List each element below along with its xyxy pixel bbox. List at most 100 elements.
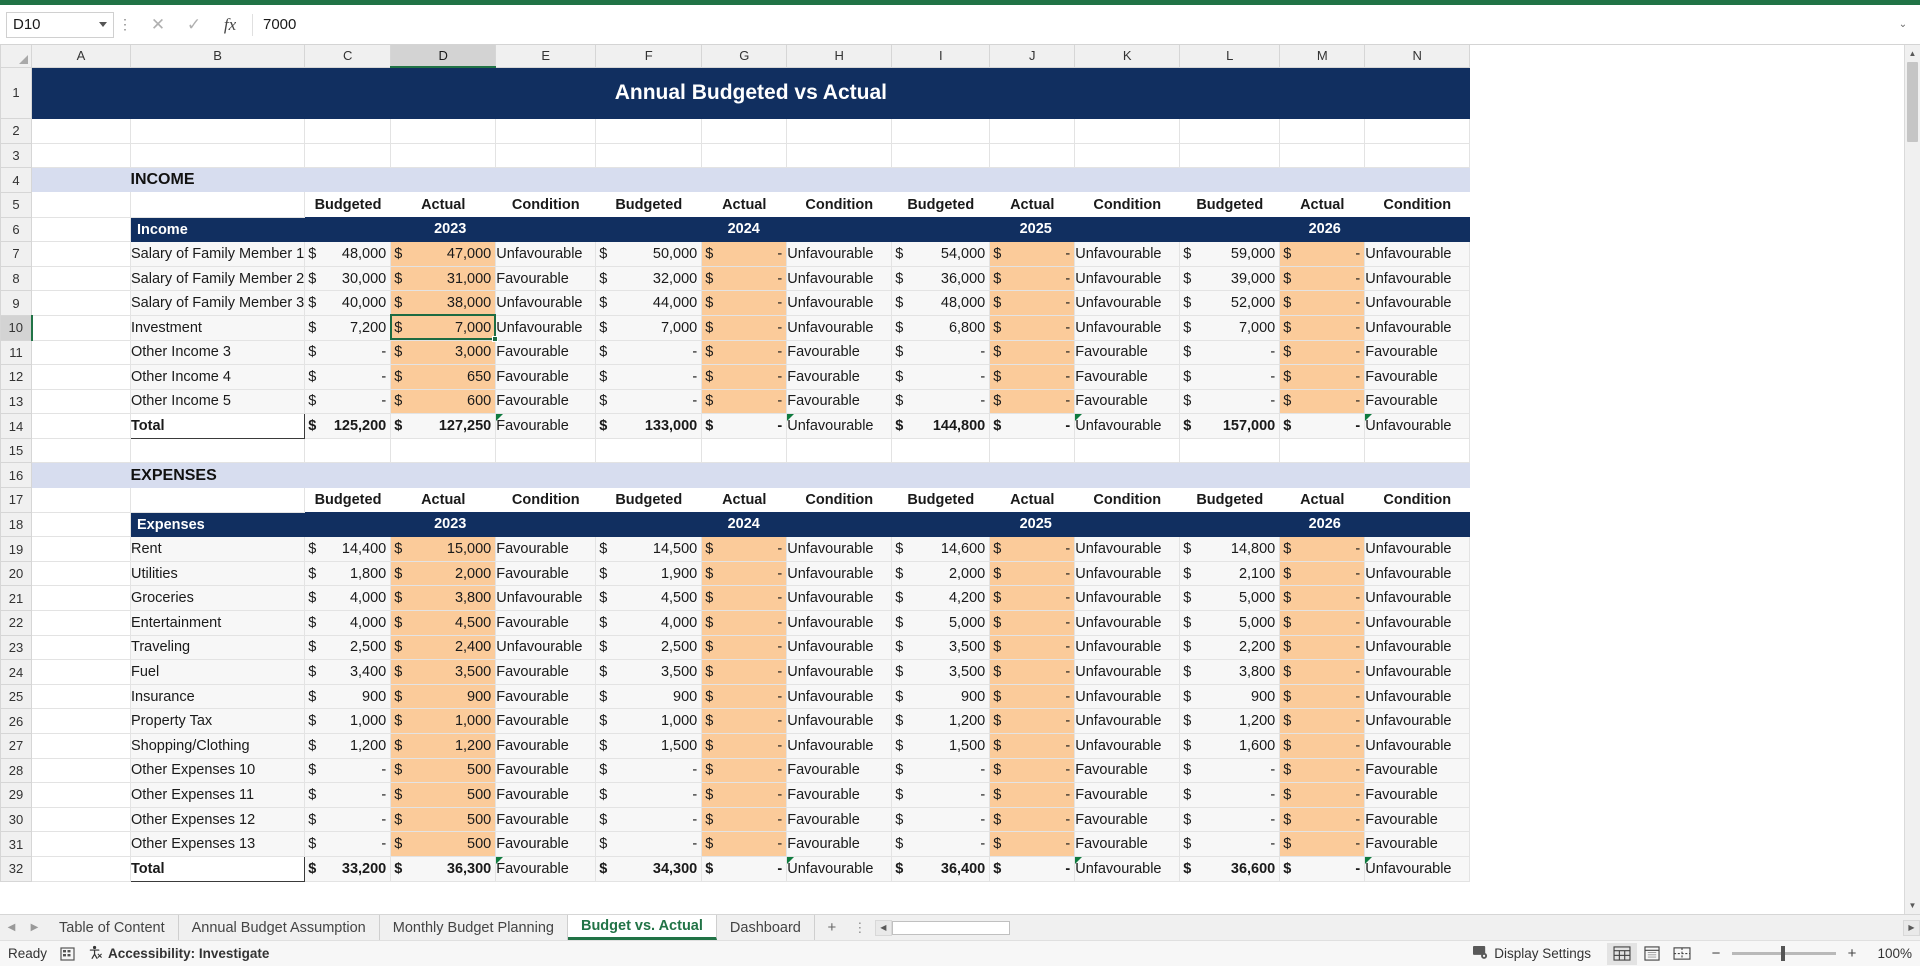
expenses-actual-2026[interactable]: $ - <box>1279 536 1366 562</box>
income-actual-2023[interactable]: $47,000 <box>390 241 497 267</box>
column-header-g[interactable]: G <box>701 45 788 68</box>
scroll-down-icon[interactable]: ▼ <box>1905 897 1920 914</box>
empty-cell[interactable] <box>1279 143 1366 169</box>
empty-cell[interactable] <box>31 561 131 587</box>
row-header-16[interactable]: 16 <box>0 462 32 489</box>
expenses-budgeted-2026[interactable]: $2,100 <box>1179 561 1281 587</box>
expenses-condition-2025[interactable]: Unfavourable <box>1074 635 1181 661</box>
expenses-actual-2023[interactable]: $900 <box>390 684 497 710</box>
row-header-15[interactable]: 15 <box>0 437 32 464</box>
expenses-condition-2025[interactable]: Favourable <box>1074 807 1181 833</box>
income-condition-2024[interactable]: Unfavourable <box>786 241 893 267</box>
empty-cell[interactable] <box>304 438 392 464</box>
horizontal-scroll-track[interactable] <box>891 920 1903 935</box>
expenses-actual-2025[interactable]: $ - <box>989 831 1076 857</box>
column-header-b[interactable]: B <box>129 45 306 68</box>
expenses-actual-2024[interactable]: $ - <box>701 585 788 612</box>
income-actual-2023[interactable]: $31,000 <box>390 266 497 292</box>
sheet-tab-dashboard[interactable]: Dashboard <box>716 915 815 940</box>
column-header-d[interactable]: D <box>390 45 497 68</box>
expenses-condition-2023[interactable]: Favourable <box>495 610 597 636</box>
expenses-condition-2026[interactable]: Favourable <box>1364 758 1471 784</box>
expenses-budgeted-2025[interactable]: $5,000 <box>891 610 991 636</box>
expenses-actual-2026[interactable]: $ - <box>1279 585 1366 612</box>
expenses-condition-2025[interactable]: Unfavourable <box>1074 585 1181 612</box>
expenses-condition-2026[interactable]: Unfavourable <box>1364 856 1471 882</box>
row-header-26[interactable]: 26 <box>0 708 32 734</box>
page-break-view-icon[interactable] <box>1667 943 1697 965</box>
expenses-budgeted-2025[interactable]: $1,200 <box>891 708 991 734</box>
income-item-name[interactable]: Investment <box>130 315 306 341</box>
empty-cell[interactable] <box>31 807 131 833</box>
expenses-condition-2026[interactable]: Unfavourable <box>1364 635 1471 661</box>
expenses-condition-2026[interactable]: Unfavourable <box>1364 733 1471 759</box>
empty-cell[interactable] <box>31 290 131 316</box>
row-header-28[interactable]: 28 <box>0 757 32 784</box>
expenses-budgeted-2023[interactable]: $3,400 <box>304 659 392 685</box>
column-header-c[interactable]: C <box>304 45 392 68</box>
income-item-name[interactable]: Salary of Family Member 2 <box>130 266 306 292</box>
expenses-actual-2025[interactable]: $ - <box>989 758 1076 784</box>
income-condition-2026[interactable]: Favourable <box>1364 364 1471 390</box>
income-condition-2025[interactable]: Favourable <box>1074 364 1181 390</box>
income-condition-2023[interactable]: Favourable <box>495 364 597 390</box>
empty-cell[interactable] <box>595 118 703 144</box>
empty-cell[interactable] <box>891 118 991 144</box>
expenses-condition-2025[interactable]: Unfavourable <box>1074 708 1181 734</box>
income-budgeted-2026[interactable]: $39,000 <box>1179 266 1281 292</box>
empty-cell[interactable] <box>1074 143 1181 169</box>
expenses-actual-2025[interactable]: $ - <box>989 585 1076 612</box>
income-condition-2026[interactable]: Unfavourable <box>1364 241 1471 267</box>
expenses-actual-2026[interactable]: $ - <box>1279 684 1366 710</box>
expenses-condition-2024[interactable]: Unfavourable <box>786 684 893 710</box>
income-actual-2023[interactable]: $3,000 <box>390 340 497 366</box>
income-condition-2026[interactable]: Unfavourable <box>1364 266 1471 292</box>
column-header-k[interactable]: K <box>1074 45 1181 68</box>
empty-cell[interactable] <box>31 585 131 612</box>
expenses-budgeted-2025[interactable]: $2,000 <box>891 561 991 587</box>
empty-cell[interactable] <box>31 684 131 710</box>
empty-cell[interactable] <box>1179 438 1281 464</box>
income-budgeted-2023[interactable]: $ - <box>304 364 392 390</box>
expenses-budgeted-2023[interactable]: $ - <box>304 831 392 857</box>
expenses-condition-2023[interactable]: Favourable <box>495 758 597 784</box>
empty-cell[interactable] <box>31 856 131 882</box>
income-budgeted-2024[interactable]: $7,000 <box>595 315 703 341</box>
row-header-27[interactable]: 27 <box>0 733 32 759</box>
expenses-actual-2025[interactable]: $ - <box>989 635 1076 661</box>
income-condition-2025[interactable]: Unfavourable <box>1074 290 1181 316</box>
row-header-9[interactable]: 9 <box>0 290 32 316</box>
expenses-actual-2023[interactable]: $3,800 <box>390 585 497 612</box>
empty-cell[interactable] <box>31 364 131 390</box>
income-actual-2026[interactable]: $ - <box>1279 266 1366 292</box>
income-budgeted-2024[interactable]: $32,000 <box>595 266 703 292</box>
sheet-tab-annual-budget-assumption[interactable]: Annual Budget Assumption <box>178 915 380 940</box>
expenses-budgeted-2024[interactable]: $ - <box>595 807 703 833</box>
expenses-actual-2026[interactable]: $ - <box>1279 733 1366 759</box>
expenses-budgeted-2023[interactable]: $33,200 <box>304 856 392 882</box>
expenses-condition-2023[interactable]: Favourable <box>495 536 597 562</box>
sheet-list-icon[interactable]: ⋮ <box>849 915 871 940</box>
expenses-actual-2025[interactable]: $ - <box>989 733 1076 759</box>
expenses-budgeted-2023[interactable]: $4,000 <box>304 610 392 636</box>
income-condition-2025[interactable]: Favourable <box>1074 389 1181 415</box>
expenses-condition-2026[interactable]: Favourable <box>1364 831 1471 857</box>
expenses-budgeted-2023[interactable]: $ - <box>304 782 392 808</box>
expenses-condition-2024[interactable]: Unfavourable <box>786 856 893 882</box>
expenses-actual-2026[interactable]: $ - <box>1279 856 1366 882</box>
row-header-10[interactable]: 10 <box>0 314 33 341</box>
expenses-condition-2026[interactable]: Favourable <box>1364 782 1471 808</box>
horizontal-scroll-thumb[interactable] <box>891 920 1010 935</box>
empty-cell[interactable] <box>31 241 131 267</box>
expenses-actual-2026[interactable]: $ - <box>1279 659 1366 685</box>
expenses-budgeted-2026[interactable]: $1,600 <box>1179 733 1281 759</box>
expenses-item-name[interactable]: Other Expenses 10 <box>130 758 306 784</box>
zoom-out-icon[interactable]: − <box>1709 945 1723 962</box>
expenses-condition-2023[interactable]: Unfavourable <box>495 585 597 612</box>
empty-cell[interactable] <box>130 118 306 144</box>
income-actual-2026[interactable]: $ - <box>1279 364 1366 390</box>
income-actual-2023[interactable]: $38,000 <box>390 290 497 316</box>
expenses-actual-2024[interactable]: $ - <box>701 659 788 685</box>
horizontal-scrollbar[interactable]: ◀ ▶ <box>870 915 1920 940</box>
expenses-actual-2026[interactable]: $ - <box>1279 782 1366 808</box>
